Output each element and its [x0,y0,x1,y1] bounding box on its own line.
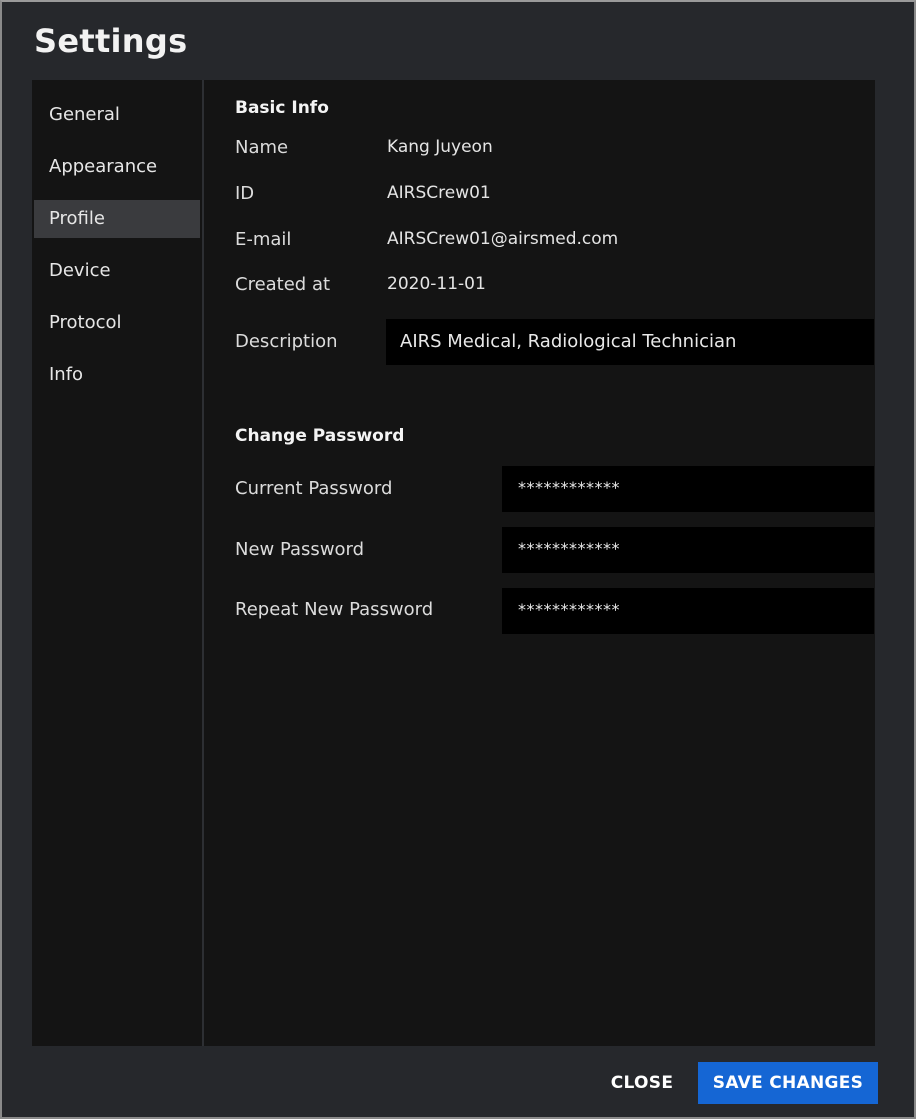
sidebar-item-info[interactable]: Info [34,356,200,394]
id-value: AIRSCrew01 [387,183,491,203]
profile-panel: Basic Info Name Kang Juyeon ID AIRSCrew0… [204,80,875,1046]
new-password-label: New Password [235,539,365,560]
dialog-title: Settings [34,22,188,60]
sidebar-item-profile[interactable]: Profile [34,200,200,238]
sidebar-item-general[interactable]: General [34,96,200,134]
name-value: Kang Juyeon [387,137,493,157]
id-label: ID [235,183,255,204]
email-label: E-mail [235,229,292,250]
created-at-label: Created at [235,274,331,295]
description-label: Description [235,331,338,352]
basic-info-heading: Basic Info [235,98,329,118]
sidebar-item-protocol[interactable]: Protocol [34,304,200,342]
created-at-value: 2020-11-01 [387,274,486,294]
settings-sidebar: General Appearance Profile Device Protoc… [32,80,204,1046]
current-password-field[interactable]: ************ [502,466,874,512]
save-changes-button[interactable]: SAVE CHANGES [698,1062,878,1104]
new-password-field[interactable]: ************ [502,527,874,573]
description-field[interactable]: AIRS Medical, Radiological Technician [386,319,874,365]
change-password-heading: Change Password [235,426,405,446]
repeat-new-password-field[interactable]: ************ [502,588,874,634]
settings-body: General Appearance Profile Device Protoc… [32,80,875,1046]
settings-dialog: Settings General Appearance Profile Devi… [0,0,916,1119]
close-button[interactable]: CLOSE [592,1062,692,1104]
repeat-new-password-label: Repeat New Password [235,599,434,620]
sidebar-item-device[interactable]: Device [34,252,200,290]
email-value: AIRSCrew01@airsmed.com [387,229,619,249]
sidebar-item-appearance[interactable]: Appearance [34,148,200,186]
current-password-label: Current Password [235,478,393,499]
name-label: Name [235,137,289,158]
